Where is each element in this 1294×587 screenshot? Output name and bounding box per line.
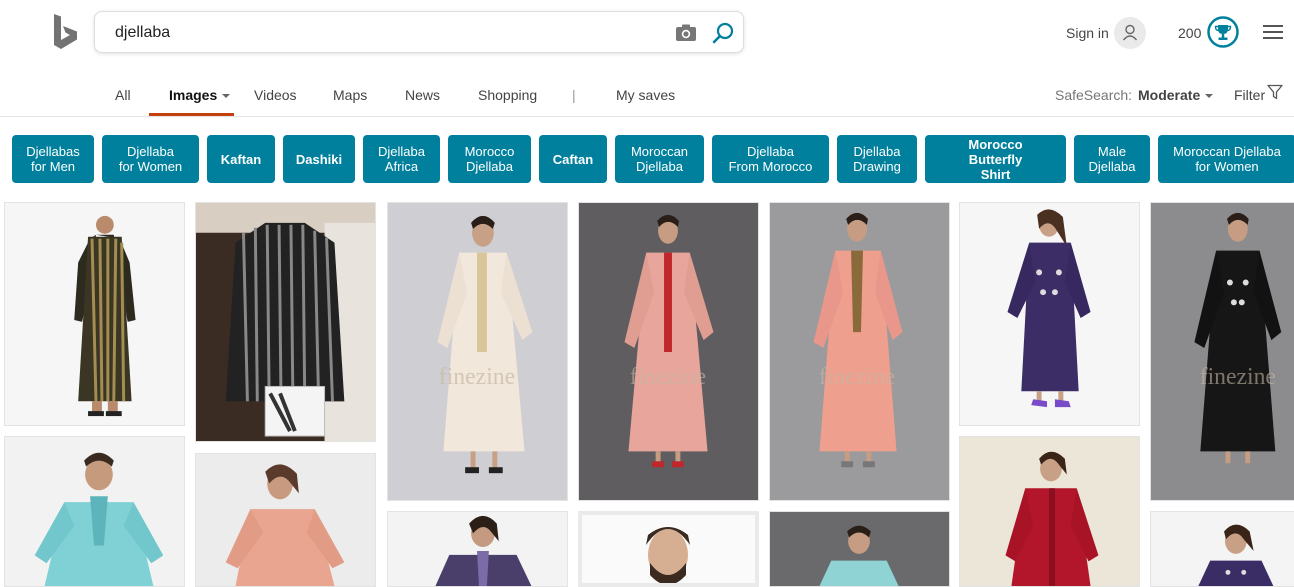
active-tab-indicator [149, 113, 234, 116]
rewards-points[interactable]: 200 [1178, 25, 1201, 41]
related-chip[interactable]: Morocco Djellaba [448, 135, 531, 183]
image-result[interactable] [195, 453, 376, 587]
related-chip[interactable]: Djellaba for Women [102, 135, 199, 183]
image-thumbnail [960, 203, 1139, 425]
image-result[interactable]: finezine [1150, 202, 1294, 501]
image-thumbnail [960, 437, 1139, 586]
image-thumbnail [388, 512, 567, 586]
image-result[interactable] [769, 511, 950, 587]
search-input[interactable] [115, 22, 655, 44]
nav-shopping[interactable]: Shopping [478, 87, 537, 103]
image-result[interactable] [1150, 511, 1294, 587]
hamburger-menu-icon[interactable] [1263, 24, 1283, 40]
chevron-down-icon [222, 94, 231, 99]
related-chip[interactable]: Kaftan [207, 135, 275, 183]
chevron-down-icon [1205, 94, 1214, 99]
image-result[interactable]: finezine [578, 202, 759, 501]
image-result[interactable] [4, 436, 185, 587]
nav-images[interactable]: Images [169, 87, 231, 103]
avatar-icon[interactable] [1114, 17, 1146, 49]
image-thumbnail [196, 454, 375, 586]
image-thumbnail: finezine [579, 203, 758, 500]
related-chip[interactable]: Moroccan Djellaba for Women [1158, 135, 1294, 183]
safesearch-dropdown[interactable]: Moderate [1138, 87, 1214, 103]
bing-logo-icon[interactable] [50, 12, 82, 52]
image-thumbnail [5, 437, 184, 586]
rewards-trophy-icon[interactable] [1207, 16, 1239, 48]
image-thumbnail: finezine [388, 203, 567, 500]
image-thumbnail [770, 512, 949, 586]
related-chip[interactable]: Moroccan Djellaba [615, 135, 704, 183]
related-chip[interactable]: Male Djellaba [1074, 135, 1150, 183]
image-result[interactable] [195, 202, 376, 442]
nav-divider: | [572, 87, 576, 103]
watermark-text: finezine [630, 364, 706, 390]
image-result[interactable]: finezine [769, 202, 950, 501]
related-chip[interactable]: Djellaba From Morocco [712, 135, 829, 183]
image-thumbnail [196, 203, 375, 441]
nav-maps[interactable]: Maps [333, 87, 367, 103]
search-box [94, 11, 744, 53]
safesearch-value: Moderate [1138, 87, 1201, 103]
image-result[interactable] [959, 436, 1140, 587]
image-result[interactable] [387, 511, 568, 587]
image-result[interactable]: finezine [387, 202, 568, 501]
watermark-text: finezine [819, 364, 895, 390]
safesearch-label: SafeSearch: [1055, 87, 1133, 103]
watermark-text: finezine [1200, 364, 1276, 390]
related-chip[interactable]: Djellaba Africa [363, 135, 440, 183]
related-chip[interactable]: Caftan [539, 135, 607, 183]
related-chip[interactable]: Djellabas for Men [12, 135, 94, 183]
image-result[interactable] [4, 202, 185, 426]
image-thumbnail: finezine [770, 203, 949, 500]
related-chip[interactable]: Morocco Butterfly Shirt [925, 135, 1066, 183]
image-thumbnail [5, 203, 184, 425]
image-result[interactable] [578, 511, 759, 587]
image-thumbnail [1151, 512, 1294, 586]
vertical-nav: All Images Videos Maps News Shopping | M… [0, 70, 1294, 117]
filter-button[interactable]: Filter [1234, 87, 1265, 103]
watermark-text: finezine [439, 364, 515, 390]
nav-images-label: Images [169, 87, 218, 103]
sign-in-link[interactable]: Sign in [1066, 25, 1109, 41]
related-chip[interactable]: Dashiki [283, 135, 355, 183]
nav-videos[interactable]: Videos [254, 87, 297, 103]
filter-funnel-icon[interactable] [1267, 84, 1283, 100]
related-searches: Djellabas for Men Djellaba for Women Kaf… [12, 135, 1294, 183]
camera-icon[interactable] [675, 23, 697, 43]
image-result[interactable] [959, 202, 1140, 426]
related-chip[interactable]: Djellaba Drawing [837, 135, 917, 183]
search-icon[interactable] [711, 21, 735, 45]
image-thumbnail: finezine [1151, 203, 1294, 500]
nav-all[interactable]: All [115, 87, 131, 103]
nav-news[interactable]: News [405, 87, 440, 103]
nav-my-saves[interactable]: My saves [616, 87, 675, 103]
image-thumbnail [582, 515, 755, 583]
